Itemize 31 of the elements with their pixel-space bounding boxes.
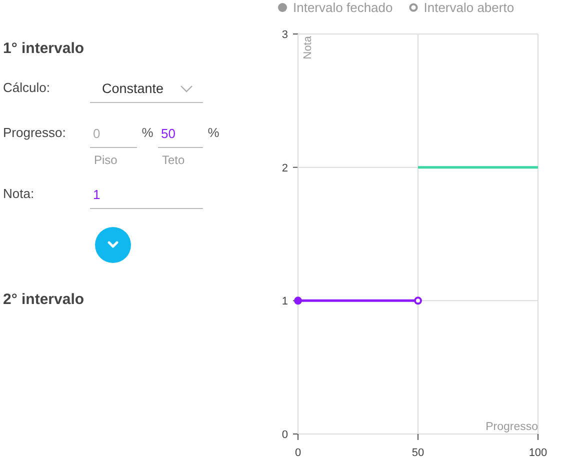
section-title: 1° intervalo bbox=[3, 40, 86, 57]
x-tick-label: 50 bbox=[412, 447, 424, 458]
x-tick-label: 100 bbox=[528, 447, 548, 458]
x-axis-label: Progresso bbox=[486, 421, 538, 433]
expand-button[interactable] bbox=[95, 227, 131, 263]
field-caption: Piso bbox=[93, 153, 118, 167]
closed-point bbox=[294, 296, 302, 305]
filled-dot-icon bbox=[278, 3, 287, 12]
y-tick-label: 0 bbox=[282, 429, 288, 441]
chevron-down-icon bbox=[180, 84, 193, 92]
calculation-select[interactable]: Constante bbox=[90, 75, 203, 103]
field-label: Progresso: bbox=[3, 124, 67, 140]
percent-unit: % bbox=[206, 124, 220, 140]
floor-input[interactable]: 0 bbox=[90, 120, 137, 148]
grade-input[interactable]: 1 bbox=[90, 181, 203, 209]
ceiling-input[interactable]: 50 bbox=[158, 120, 203, 148]
chevron-icon bbox=[107, 241, 119, 249]
y-tick-label: 2 bbox=[282, 162, 288, 174]
field-label: Cálculo: bbox=[3, 79, 51, 95]
y-axis-label: Nota bbox=[302, 36, 314, 60]
y-tick-label: 3 bbox=[282, 29, 288, 41]
percent-unit: % bbox=[140, 124, 154, 140]
legend-label: Intervalo aberto bbox=[424, 0, 514, 15]
x-tick-label: 0 bbox=[294, 447, 302, 458]
open-point bbox=[414, 296, 422, 305]
section-title: 2° intervalo bbox=[3, 291, 86, 308]
field-label: Nota: bbox=[3, 185, 36, 201]
field-caption: Teto bbox=[161, 153, 186, 167]
legend-label: Intervalo fechado bbox=[293, 0, 393, 15]
y-tick-label: 1 bbox=[282, 296, 288, 308]
hollow-dot-icon bbox=[408, 3, 418, 12]
